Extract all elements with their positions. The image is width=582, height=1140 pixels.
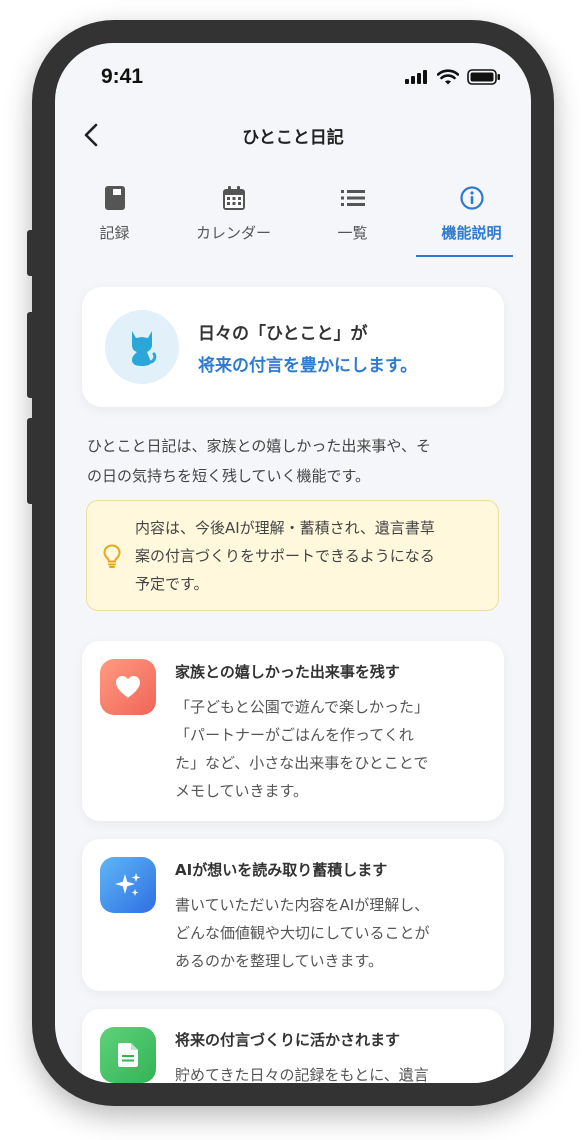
status-bar: 9:41 [55,43,531,113]
lightbulb-icon [103,544,121,568]
header: ひとこと日記 [55,113,531,157]
status-time: 9:41 [101,65,144,88]
wifi-icon [437,69,459,85]
feature-card: AIが想いを読み取り蓄積します 書いていただいた内容をAIが理解し、 どんな価値… [82,839,504,991]
feature-text: 貯めてきた日々の記録をもとに、遺言 [175,1066,429,1083]
feature-text: メモしていきます。 [175,782,309,800]
feature-title: AIが想いを読み取り蓄積します [175,861,388,879]
intro-line: の日の気持ちを短く残していく機能です。 [87,467,371,485]
sparkle-icon [115,873,141,896]
avatar [105,310,179,384]
feature-text: 書いていただいた内容をAIが理解し、 [175,896,430,914]
tab-label: 機能説明 [441,224,502,242]
document-icon [118,1043,138,1067]
feature-text: あるのかを整理していきます。 [175,952,384,970]
battery-icon [467,69,500,85]
tab-bar: 記録 カレンダー 一覧 機能説明 [55,171,531,261]
intro-line: ひとこと日記は、家族との嬉しかった出来事や、そ [87,437,431,455]
heart-icon [116,676,140,698]
hero-line1: 日々の「ひとこと」が [198,324,368,344]
screen: 9:41 ひとこと日記 記録 カレンダー 一覧 機能説明 日々の「ひとこと」が … [55,43,531,1083]
tab-about[interactable]: 機能説明 [412,171,531,261]
notice-line: 予定です。 [135,575,209,593]
feature-text: どんな価値観や大切にしていることが [175,924,430,942]
notice-line: 内容は、今後AIが理解・蓄積され、遺言書草 [135,519,435,537]
tab-label: カレンダー [195,224,271,242]
hero-card: 日々の「ひとこと」が 将来の付言を豊かにします。 [82,287,504,407]
intro-text: ひとこと日記は、家族との嬉しかった出来事や、そ の日の気持ちを短く残していく機能… [87,431,501,491]
feature-title: 将来の付言づくりに活かされます [175,1031,401,1049]
tab-label: 記録 [99,224,130,242]
side-button [27,418,37,504]
notice-box: 内容は、今後AIが理解・蓄積され、遺言書草 案の付言づくりをサポートできるように… [86,500,499,611]
book-icon [104,186,125,210]
tab-record[interactable]: 記録 [55,171,174,261]
feature-card: 将来の付言づくりに活かされます 貯めてきた日々の記録をもとに、遺言 [82,1009,504,1083]
feature-text: 「パートナーがごはんを作ってくれ [175,726,414,744]
side-button [27,230,37,276]
page-title: ひとこと日記 [242,128,344,148]
list-icon [340,190,365,206]
signal-icon [405,70,427,84]
feature-title: 家族との嬉しかった出来事を残す [175,663,400,681]
notice-line: 案の付言づくりをサポートできるようになる [135,547,435,565]
cat-icon [132,331,157,366]
hero-line2: 将来の付言を豊かにします。 [198,356,418,376]
tab-label: 一覧 [337,224,368,242]
feature-card: 家族との嬉しかった出来事を残す 「子どもと公園で遊んで楽しかった」 「パートナー… [82,641,504,821]
info-icon [459,186,484,210]
feature-text: 「子どもと公園で遊んで楽しかった」 [175,698,429,716]
calendar-icon [222,186,245,210]
tab-calendar[interactable]: カレンダー [174,171,293,261]
tab-list[interactable]: 一覧 [293,171,412,261]
side-button [27,312,37,398]
feature-text: た」など、小さな出来事をひとことで [175,754,429,772]
